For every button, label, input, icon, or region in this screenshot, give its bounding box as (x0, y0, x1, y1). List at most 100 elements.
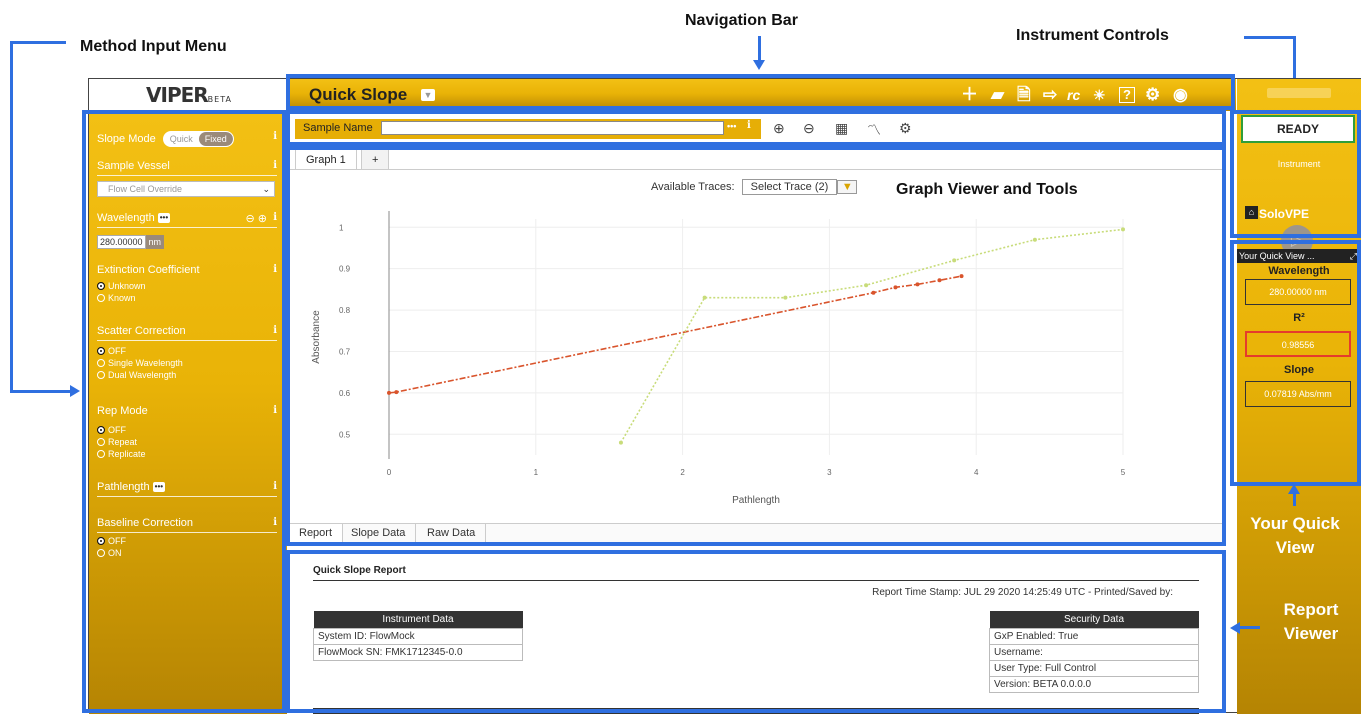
slope-mode-row: Slope Mode Quick Fixed i (97, 131, 277, 147)
radio-dot-icon (97, 359, 105, 367)
series-line-1 (620, 228, 1124, 444)
select-trace-dropdown[interactable]: Select Trace (2) (741, 179, 838, 195)
scatter-label: Scatter Correction (97, 325, 186, 337)
radio-label: OFF (108, 425, 126, 435)
data-point (1121, 227, 1125, 232)
method-input-menu: Slope Mode Quick Fixed i Sample Vessel i … (89, 111, 287, 714)
gear-icon[interactable]: ⚙ (1145, 85, 1160, 105)
available-traces: Available Traces: Select Trace (2) ▼ (651, 179, 858, 195)
report-timestamp: Report Time Stamp: JUL 29 2020 14:25:49 … (872, 587, 1173, 598)
save-icon[interactable]: 🗎 (1017, 85, 1031, 105)
zoom-in-icon[interactable]: ⊕ (773, 120, 785, 137)
rc-icon[interactable]: rc (1067, 85, 1080, 105)
scatter-info-icon[interactable]: i (273, 325, 277, 336)
callout-method-arrow (70, 385, 80, 397)
quick-view-header: Your Quick View ... ⤢ (1237, 249, 1361, 263)
rep-repeat-radio[interactable]: Repeat (97, 437, 137, 447)
rep-replicate-radio[interactable]: Replicate (97, 449, 146, 459)
y-tick-label: 0.6 (339, 389, 351, 398)
callout-graph-viewer: Graph Viewer and Tools (896, 181, 1078, 198)
y-tick-label: 0.9 (339, 265, 351, 274)
absorbance-chart[interactable]: 0.5 0.6 0.7 0.8 0.9 1 0 1 2 3 4 5 Pathlength Absorban… (289, 199, 1223, 519)
add-graph-tab[interactable]: + (361, 149, 390, 170)
folder-icon[interactable]: ▰ (991, 85, 1004, 105)
sample-name-input[interactable] (381, 121, 724, 135)
title-dropdown-button[interactable]: ▼ (421, 89, 435, 101)
slope-mode-info-icon[interactable]: i (273, 131, 277, 142)
extinction-row: Extinction Coefficient i (97, 264, 277, 276)
calculator-icon[interactable]: ▦ (835, 120, 848, 137)
baseline-off-radio[interactable]: OFF (97, 536, 126, 546)
extinction-info-icon[interactable]: i (273, 264, 277, 275)
rep-mode-label: Rep Mode (97, 405, 148, 417)
available-traces-label: Available Traces: (651, 181, 735, 193)
viper-logo: VIPERBETA (89, 79, 289, 112)
baseline-info-icon[interactable]: i (273, 517, 277, 528)
radio-dot-icon (97, 426, 105, 434)
data-point (618, 440, 623, 445)
data-point (702, 295, 707, 300)
home-icon[interactable]: ⌂ (1245, 206, 1258, 219)
instrument-name[interactable]: SoloVPE (1259, 207, 1309, 221)
plus-icon[interactable]: ＋ (961, 85, 978, 105)
chevron-down-icon: ⌄ (262, 184, 270, 194)
pathlength-more-button[interactable]: ••• (152, 482, 166, 492)
extinction-unknown-radio[interactable]: Unknown (97, 281, 146, 291)
help-icon[interactable]: ? (1119, 87, 1135, 103)
instrument-data-table: Instrument Data System ID: FlowMock Flow… (313, 611, 523, 661)
baseline-on-radio[interactable]: ON (97, 548, 122, 558)
tab-graph-1[interactable]: Graph 1 (295, 149, 357, 170)
chevron-down-icon[interactable]: ▼ (837, 180, 858, 194)
x-tick-label: 5 (1121, 468, 1126, 477)
radio-label: Known (108, 293, 136, 303)
extinction-label: Extinction Coefficient (97, 264, 200, 276)
user-icon[interactable]: ◉ (1173, 85, 1188, 105)
instrument-label: Instrument (1277, 159, 1321, 169)
pathlength-info-icon[interactable]: i (273, 481, 277, 492)
pathlength-row: Pathlength ••• i (97, 481, 277, 493)
radio-dot-icon (97, 371, 105, 379)
quick-view-title: Your Quick View ... (1239, 251, 1315, 261)
data-point (394, 390, 399, 395)
sample-vessel-select[interactable]: Flow Cell Override ⌄ (97, 181, 275, 197)
sample-vessel-row: Sample Vessel i (97, 160, 277, 172)
zoom-out-icon[interactable]: ⊖ (803, 120, 815, 137)
settings-icon[interactable]: ⚙ (899, 120, 912, 137)
data-point (893, 285, 898, 290)
scatter-off-radio[interactable]: OFF (97, 346, 126, 356)
report-title: Quick Slope Report (313, 565, 406, 576)
divider (313, 580, 1199, 581)
slope-mode-quick[interactable]: Quick (164, 132, 199, 146)
scatter-dual-radio[interactable]: Dual Wavelength (97, 370, 176, 380)
slope-mode-toggle[interactable]: Quick Fixed (162, 131, 234, 147)
tab-slope-data[interactable]: Slope Data (341, 524, 417, 542)
sample-vessel-info-icon[interactable]: i (273, 160, 277, 171)
export-icon[interactable]: ⇨ (1043, 85, 1057, 105)
x-tick-label: 4 (974, 468, 979, 477)
callout-nav-arrow (753, 60, 765, 70)
data-point (937, 278, 942, 283)
sample-name-more-button[interactable]: ••• (727, 121, 736, 131)
wavelength-add-remove-icons[interactable]: ⊖ ⊕ (246, 212, 268, 225)
qv-r2-value: 0.98556 (1245, 331, 1351, 357)
divider (97, 496, 277, 497)
wavelength-more-button[interactable]: ••• (157, 213, 171, 223)
radio-label: OFF (108, 536, 126, 546)
callout-nav-line (758, 36, 761, 60)
slope-mode-fixed[interactable]: Fixed (198, 132, 233, 146)
wavelength-info-icon[interactable]: i (273, 212, 277, 223)
chart-icon[interactable]: 〽 (867, 120, 881, 140)
scatter-single-radio[interactable]: Single Wavelength (97, 358, 183, 368)
extinction-known-radio[interactable]: Known (97, 293, 136, 303)
lamp-icon[interactable]: ☀ (1093, 85, 1106, 105)
expand-icon[interactable]: ⤢ (1350, 249, 1357, 263)
radio-label: ON (108, 548, 122, 558)
callout-quick-view-line (1293, 494, 1296, 506)
tab-raw-data[interactable]: Raw Data (417, 524, 487, 542)
sample-name-info-icon[interactable]: i (747, 120, 751, 131)
wavelength-input[interactable]: 280.00000 (97, 235, 146, 249)
tab-report[interactable]: Report (289, 524, 344, 542)
rep-mode-info-icon[interactable]: i (273, 405, 277, 416)
radio-dot-icon (97, 294, 105, 302)
rep-off-radio[interactable]: OFF (97, 425, 126, 435)
